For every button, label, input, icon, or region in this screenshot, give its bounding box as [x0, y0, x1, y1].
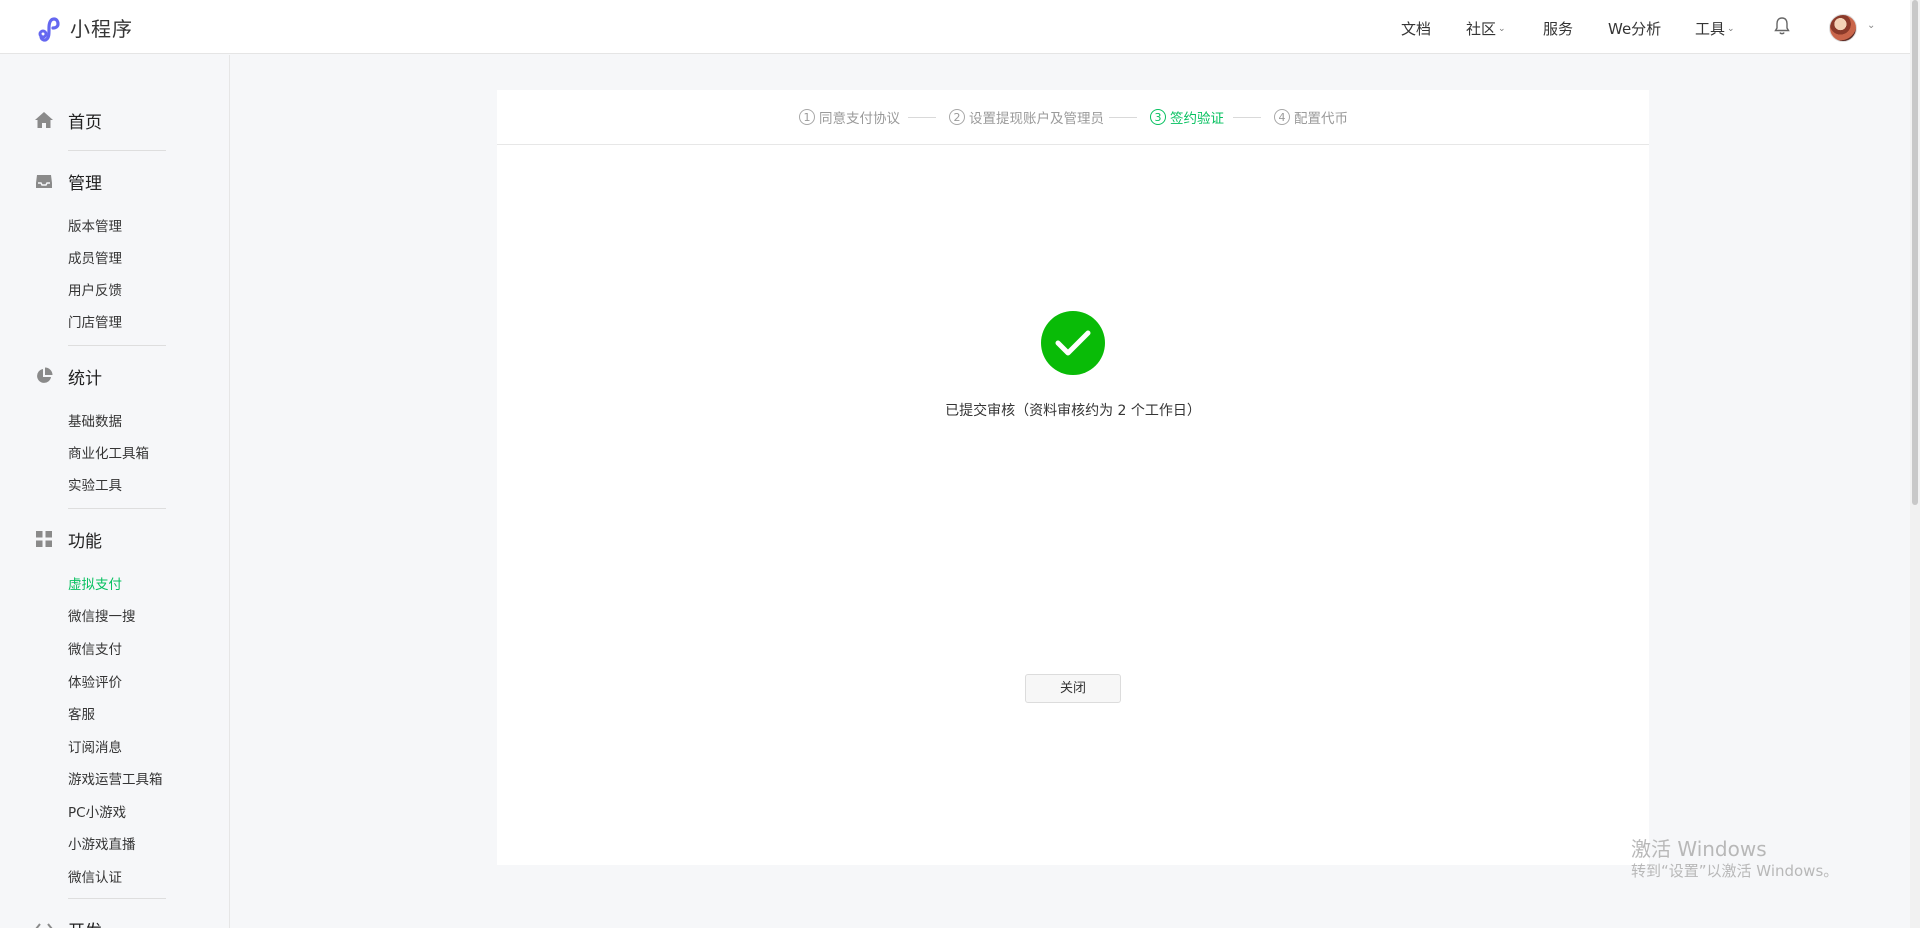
- sidebar-item-minigame-live[interactable]: 小游戏直播: [68, 833, 136, 853]
- sidebar-item-version-manage[interactable]: 版本管理: [68, 215, 122, 235]
- step-4-label: 配置代币: [1294, 111, 1348, 127]
- sidebar-item-experiment-tools[interactable]: 实验工具: [68, 474, 122, 494]
- sidebar-item-home[interactable]: 首页: [34, 108, 102, 133]
- sidebar-item-experience-review[interactable]: 体验评价: [68, 671, 122, 691]
- scrollbar-thumb[interactable]: [1912, 0, 1918, 505]
- activation-watermark-title: 激活 Windows: [1631, 837, 1767, 861]
- step-indicator: 1 同意支付协议 2 设置提现账户及管理员 3 签约验证 4 配置代币: [497, 90, 1649, 145]
- avatar[interactable]: [1829, 14, 1857, 42]
- top-bar: 小程序 文档 社区 ⌄ 服务 We分析 工具 ⌄ ⌄: [0, 0, 1920, 54]
- sidebar-item-pc-minigame[interactable]: PC小游戏: [68, 801, 126, 821]
- step-3: 3 签约验证: [1150, 107, 1224, 127]
- sidebar: 首页 管理 版本管理 成员管理 用户反馈 门店管理 统计 基础数据 商业化工具箱…: [0, 55, 230, 928]
- sidebar-item-wechat-pay[interactable]: 微信支付: [68, 638, 122, 658]
- step-2-number: 2: [949, 109, 965, 125]
- nav-community-label: 社区: [1466, 20, 1497, 38]
- step-1: 1 同意支付协议: [799, 107, 900, 127]
- activation-watermark-subtitle: 转到“设置”以激活 Windows。: [1631, 862, 1839, 880]
- sidebar-item-home-label: 首页: [68, 112, 102, 133]
- close-button[interactable]: 关闭: [1025, 674, 1121, 703]
- step-1-number: 1: [799, 109, 815, 125]
- sidebar-group-manage-label: 管理: [68, 173, 102, 194]
- sidebar-item-virtual-payment[interactable]: 虚拟支付: [68, 573, 122, 593]
- nav-community[interactable]: 社区 ⌄: [1466, 18, 1506, 39]
- step-1-label: 同意支付协议: [819, 111, 900, 127]
- sidebar-group-dev[interactable]: 开发: [34, 917, 102, 928]
- divider: [68, 508, 166, 509]
- inbox-icon: [34, 171, 54, 191]
- sidebar-group-features[interactable]: 功能: [34, 527, 102, 552]
- pie-chart-icon: [34, 366, 54, 386]
- sidebar-group-stats[interactable]: 统计: [34, 364, 102, 389]
- sidebar-item-commerce-toolbox[interactable]: 商业化工具箱: [68, 442, 149, 462]
- main-card: 1 同意支付协议 2 设置提现账户及管理员 3 签约验证 4 配置代币 已提交审…: [497, 90, 1649, 865]
- sidebar-item-subscribe-message[interactable]: 订阅消息: [68, 736, 122, 756]
- success-check-icon: [1041, 311, 1105, 375]
- step-connector: [1233, 117, 1261, 118]
- nav-we-analytics[interactable]: We分析: [1608, 18, 1661, 39]
- nav-services-label: 服务: [1543, 20, 1574, 38]
- page-scrollbar[interactable]: [1910, 0, 1920, 928]
- grid-icon: [34, 529, 54, 549]
- sidebar-item-member-manage[interactable]: 成员管理: [68, 247, 122, 267]
- chevron-down-icon: ⌄: [1727, 23, 1735, 34]
- chevron-down-icon[interactable]: ⌄: [1867, 20, 1875, 31]
- step-4-number: 4: [1274, 109, 1290, 125]
- sidebar-group-dev-label: 开发: [68, 917, 102, 928]
- divider: [68, 150, 166, 151]
- step-2-label: 设置提现账户及管理员: [969, 111, 1104, 127]
- nav-we-analytics-label: We分析: [1608, 20, 1662, 38]
- nav-services[interactable]: 服务: [1543, 18, 1573, 39]
- nav-docs-label: 文档: [1401, 20, 1432, 38]
- sidebar-item-customer-service[interactable]: 客服: [68, 703, 95, 723]
- sidebar-item-basic-data[interactable]: 基础数据: [68, 410, 122, 430]
- step-3-number: 3: [1150, 109, 1166, 125]
- sidebar-group-manage[interactable]: 管理: [34, 169, 102, 194]
- sidebar-item-wechat-search[interactable]: 微信搜一搜: [68, 605, 136, 625]
- step-4: 4 配置代币: [1274, 107, 1348, 127]
- sidebar-item-store-manage[interactable]: 门店管理: [68, 311, 122, 331]
- sidebar-item-game-ops-toolbox[interactable]: 游戏运营工具箱: [68, 768, 163, 788]
- step-connector: [908, 117, 936, 118]
- chevron-down-icon: ⌄: [1498, 23, 1506, 34]
- step-3-label: 签约验证: [1170, 111, 1224, 127]
- code-icon: [34, 919, 54, 928]
- nav-tools-label: 工具: [1695, 20, 1726, 38]
- divider: [68, 345, 166, 346]
- nav-tools[interactable]: 工具 ⌄: [1695, 18, 1735, 39]
- sidebar-group-features-label: 功能: [68, 531, 102, 552]
- nav-docs[interactable]: 文档: [1401, 18, 1431, 39]
- home-icon: [34, 110, 54, 130]
- sidebar-item-user-feedback[interactable]: 用户反馈: [68, 279, 122, 299]
- step-connector: [1109, 117, 1137, 118]
- success-message: 已提交审核（资料审核约为 2 个工作日）: [945, 403, 1201, 419]
- divider: [68, 898, 166, 899]
- top-nav: 文档 社区 ⌄ 服务 We分析 工具 ⌄ ⌄: [0, 0, 1920, 54]
- sidebar-group-stats-label: 统计: [68, 368, 102, 389]
- step-2: 2 设置提现账户及管理员: [949, 107, 1104, 127]
- sidebar-item-wechat-verify[interactable]: 微信认证: [68, 866, 122, 886]
- bell-icon[interactable]: [1774, 16, 1790, 40]
